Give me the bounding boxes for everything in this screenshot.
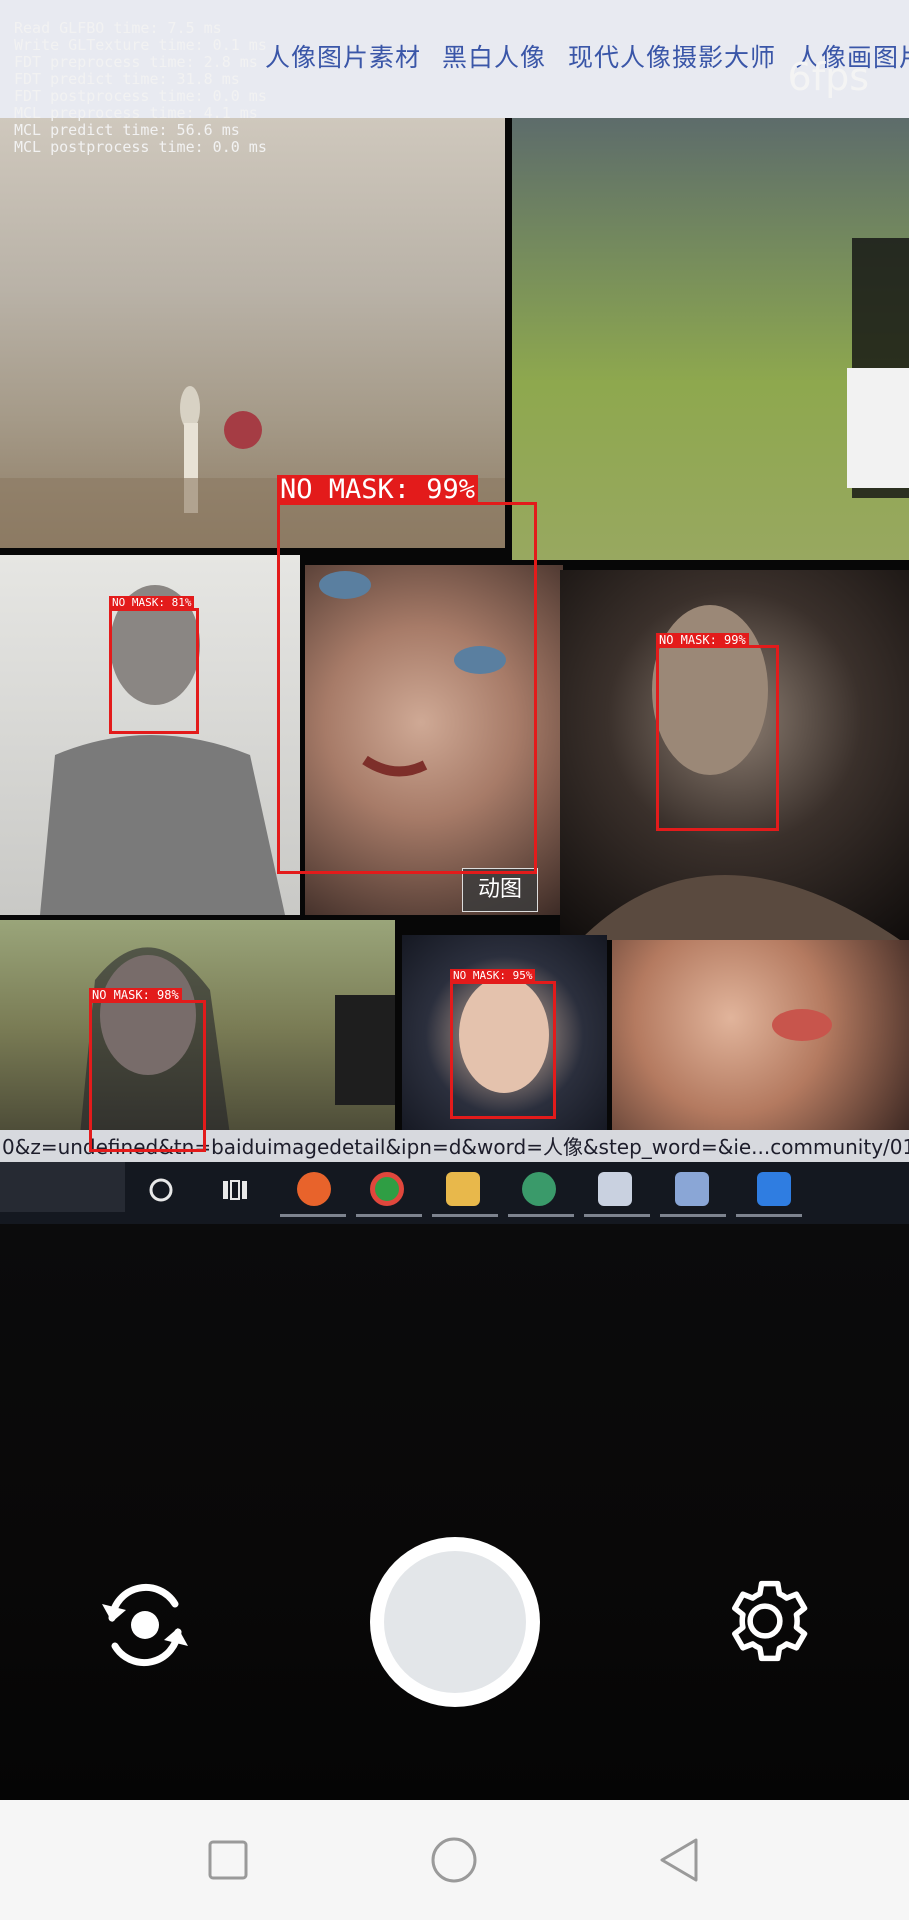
monitor-bezel	[0, 1224, 909, 1800]
search-tag: 人像图片素材	[265, 43, 422, 72]
perf-line: MCL predict time: 56.6 ms	[14, 121, 240, 139]
ai-studio-icon	[598, 1172, 632, 1206]
perf-line: FDT predict time: 31.8 ms	[14, 70, 240, 88]
detection-label: NO MASK: 99%	[656, 633, 749, 647]
taskbar-search-box	[0, 1162, 125, 1212]
back-button[interactable]	[652, 1832, 708, 1888]
perf-line: Read GLFBO time: 7.5 ms	[14, 19, 222, 37]
recents-button[interactable]	[200, 1832, 256, 1888]
perf-line: MCL postprocess time: 0.0 ms	[14, 138, 267, 156]
security-app-icon	[757, 1172, 791, 1206]
home-icon	[431, 1837, 477, 1883]
search-tag: 黑白人像	[442, 43, 547, 72]
taskbar-active-indicator	[584, 1214, 650, 1217]
gear-icon	[732, 1580, 808, 1662]
detection-label: NO MASK: 95%	[450, 969, 536, 982]
network-app-icon	[675, 1172, 709, 1206]
perf-line: MCL preprocess time: 4.1 ms	[14, 104, 258, 122]
system-navigation-bar	[0, 1800, 909, 1920]
grass-field-image	[847, 238, 909, 498]
firefox-icon	[297, 1172, 331, 1206]
taskbar-active-indicator	[280, 1214, 346, 1217]
taskbar-active-indicator	[432, 1214, 498, 1217]
switch-camera-button[interactable]	[90, 1570, 200, 1680]
camera-viewfinder: 人像图片素材 黑白人像 现代人像摄影大师 人像画图片	[0, 0, 909, 1800]
photo-tile	[512, 118, 909, 560]
taskbar-active-indicator	[660, 1214, 726, 1217]
detection-label: NO MASK: 99%	[277, 475, 479, 504]
search-tag: 现代人像摄影大师	[568, 43, 777, 72]
shutter-button-inner	[384, 1551, 526, 1693]
face-detection-box: NO MASK: 95%	[450, 969, 556, 1119]
animated-badge: 动图	[462, 868, 538, 912]
cortana-icon	[149, 1178, 173, 1202]
settings-button[interactable]	[714, 1570, 816, 1672]
chrome-icon	[370, 1172, 404, 1206]
woman-makeup-image	[772, 1009, 832, 1041]
performance-overlay: Read GLFBO time: 7.5 ms Write GLTexture …	[14, 20, 267, 156]
home-button[interactable]	[426, 1832, 482, 1888]
recents-icon	[208, 1840, 248, 1880]
file-explorer-icon	[446, 1172, 480, 1206]
face-detection-box: NO MASK: 81%	[109, 596, 199, 734]
switch-camera-icon	[102, 1584, 188, 1666]
shutter-button[interactable]	[370, 1537, 540, 1707]
back-icon	[660, 1838, 698, 1882]
taskbar-active-indicator	[508, 1214, 574, 1217]
perf-line: Write GLTexture time: 0.1 ms	[14, 36, 267, 54]
detection-label: NO MASK: 81%	[109, 596, 195, 609]
fps-counter: 6fps	[787, 55, 869, 99]
photo-tile	[612, 940, 909, 1135]
perf-line: FDT preprocess time: 2.8 ms	[14, 53, 258, 71]
android-studio-icon	[522, 1172, 556, 1206]
face-detection-box: NO MASK: 99%	[656, 633, 779, 831]
face-detection-box: NO MASK: 99%	[277, 475, 537, 874]
face-detection-box: NO MASK: 98%	[89, 988, 206, 1152]
task-view-icon	[223, 1180, 247, 1200]
detection-label: NO MASK: 98%	[89, 988, 182, 1002]
windows-taskbar	[0, 1162, 909, 1224]
perf-line: FDT postprocess time: 0.0 ms	[14, 87, 267, 105]
taskbar-active-indicator	[736, 1214, 802, 1217]
taskbar-active-indicator	[356, 1214, 422, 1217]
